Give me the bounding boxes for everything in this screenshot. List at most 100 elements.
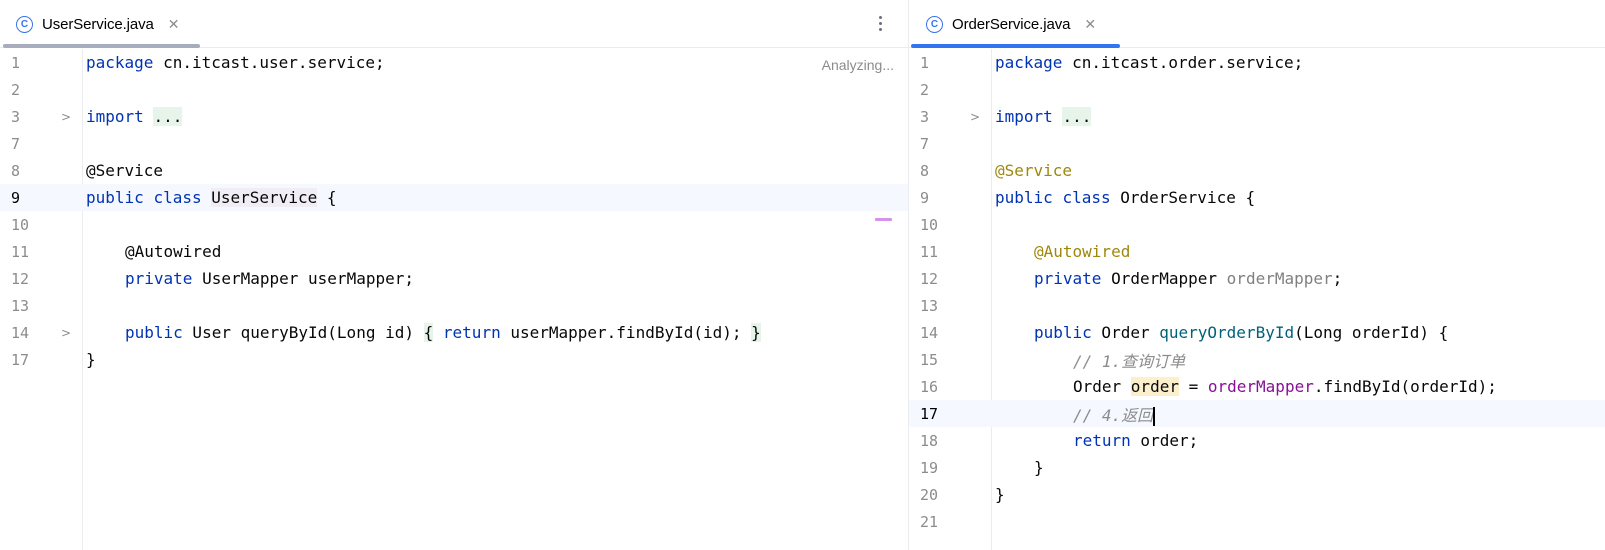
code-line: 1 package cn.itcast.user.service;	[0, 49, 908, 76]
class-icon: C	[16, 15, 33, 33]
closing-brace: }	[995, 485, 1005, 504]
line-code: package cn.itcast.user.service;	[86, 53, 385, 72]
line-code: import ...	[995, 107, 1092, 126]
keyword: public	[1034, 323, 1092, 342]
code-line: 9 public class OrderService {	[909, 184, 1605, 211]
keyword: public	[125, 323, 183, 342]
method-body: userMapper.findById(id);	[500, 323, 752, 342]
keyword: package	[995, 53, 1063, 72]
text-cursor	[1153, 406, 1156, 426]
code-line: 11 @Autowired	[909, 238, 1605, 265]
code-line: 13	[0, 292, 908, 319]
brace: {	[317, 188, 337, 207]
keyword: import	[86, 107, 144, 126]
code-line: 13	[909, 292, 1605, 319]
keyword: class	[153, 188, 202, 207]
line-number: 12	[920, 269, 939, 288]
keyword: public	[995, 188, 1053, 207]
annotation: @Service	[995, 161, 1073, 180]
line-number: 19	[920, 458, 939, 477]
method-params: (Long orderId) {	[1294, 323, 1449, 342]
code-line: 1 package cn.itcast.order.service;	[909, 49, 1605, 76]
line-number: 1	[920, 53, 930, 72]
code-editor[interactable]: 1 package cn.itcast.order.service; 2 3 >…	[909, 49, 1605, 550]
code-line: 7	[0, 130, 908, 157]
line-number: 2	[920, 80, 930, 99]
line-code: return order;	[1073, 431, 1198, 450]
folded-open-brace[interactable]: {	[423, 323, 434, 342]
code-line: 8 @Service	[0, 157, 908, 184]
fold-chevron-icon[interactable]: >	[61, 110, 71, 124]
field-name: orderMapper	[1226, 269, 1333, 288]
line-code: import ...	[86, 107, 183, 126]
line-number: 10	[11, 215, 30, 234]
semicolon: ;	[1332, 269, 1343, 288]
right-editor-pane: C OrderService.java ✕ 1 package cn.itcas…	[909, 0, 1605, 550]
folded-imports[interactable]: ...	[153, 107, 183, 126]
comment: // 4.返回	[1073, 405, 1154, 425]
close-icon[interactable]: ✕	[1084, 16, 1096, 33]
code-line: 10	[0, 211, 908, 238]
line-code: Order order = orderMapper.findById(order…	[1073, 377, 1497, 396]
code-line: 10	[909, 211, 1605, 238]
line-code: private OrderMapper orderMapper;	[1034, 269, 1342, 288]
code-line: 7	[909, 130, 1605, 157]
tab-orderservice-java[interactable]: C OrderService.java ✕	[926, 0, 1096, 48]
code-line: 18 return order;	[909, 427, 1605, 454]
method-name: queryOrderById	[1159, 323, 1295, 342]
more-options-icon[interactable]	[870, 10, 890, 36]
line-code: // 4.返回	[1073, 402, 1156, 426]
line-number: 13	[11, 296, 30, 315]
line-code: @Service	[86, 161, 163, 180]
right-tab-bar: C OrderService.java ✕	[909, 0, 1605, 48]
code-line: 15 // 1.查询订单	[909, 346, 1605, 373]
line-number: 17	[920, 404, 939, 423]
active-tab-underline	[911, 44, 1120, 48]
class-decl: OrderService {	[1110, 188, 1256, 207]
line-number: 2	[11, 80, 21, 99]
code-line: 12 private OrderMapper orderMapper;	[909, 265, 1605, 292]
fold-chevron-icon[interactable]: >	[970, 110, 980, 124]
fold-chevron-icon[interactable]: >	[61, 326, 71, 340]
code-editor[interactable]: 1 package cn.itcast.user.service; 2 3 > …	[0, 49, 908, 550]
keyword: import	[995, 107, 1053, 126]
line-code: public class UserService {	[86, 188, 336, 207]
line-number: 12	[11, 269, 30, 288]
line-number: 9	[11, 188, 21, 207]
tab-label: OrderService.java	[952, 15, 1071, 33]
line-number: 15	[920, 350, 939, 369]
line-number: 9	[920, 188, 930, 207]
code-line: 17 }	[0, 346, 908, 373]
line-number: 13	[920, 296, 939, 315]
annotation: @Autowired	[1034, 242, 1131, 261]
annotation: @Service	[86, 161, 164, 180]
return-value: order;	[1130, 431, 1199, 450]
folded-close-brace[interactable]: }	[751, 323, 761, 342]
line-number: 8	[11, 161, 21, 180]
tab-label: UserService.java	[42, 15, 154, 33]
class-name: UserService	[211, 188, 318, 207]
code-line: 2	[909, 76, 1605, 103]
assign-op: =	[1178, 377, 1208, 396]
line-code: }	[86, 350, 96, 369]
line-number: 7	[920, 134, 930, 153]
line-code: private UserMapper userMapper;	[125, 269, 414, 288]
method-call: .findById(orderId);	[1313, 377, 1497, 396]
line-number: 10	[920, 215, 939, 234]
code-line: 3 > import ...	[909, 103, 1605, 130]
folded-imports[interactable]: ...	[1062, 107, 1092, 126]
current-code-line: 17 // 4.返回	[909, 400, 1605, 427]
field-type: OrderMapper	[1101, 269, 1227, 288]
close-icon[interactable]: ✕	[168, 16, 180, 33]
local-variable: order	[1130, 377, 1179, 396]
line-number: 16	[920, 377, 939, 396]
left-editor-pane: C UserService.java ✕ Analyzing... 1 pack…	[0, 0, 908, 550]
field-decl: UserMapper userMapper;	[192, 269, 414, 288]
left-tab-bar: C UserService.java ✕	[0, 0, 908, 48]
keyword: return	[442, 323, 501, 342]
code-line: 16 Order order = orderMapper.findById(or…	[909, 373, 1605, 400]
tab-userservice-java[interactable]: C UserService.java ✕	[16, 0, 180, 48]
line-number: 18	[920, 431, 939, 450]
comment: // 1.查询订单	[1073, 351, 1186, 371]
method-signature: User queryById(Long id)	[182, 323, 424, 342]
